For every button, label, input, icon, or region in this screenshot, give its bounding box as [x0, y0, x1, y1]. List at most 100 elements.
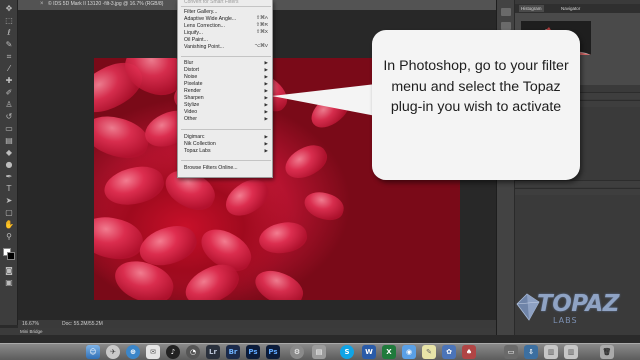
system-preferences-icon[interactable]: ⚙ [290, 345, 304, 359]
submenu-arrow-icon: ▶ [264, 141, 268, 146]
photoshop-icon[interactable]: Ps [246, 345, 260, 359]
menu-item-vanishing-point[interactable]: Vanishing Point... [184, 44, 224, 51]
move-tool-icon[interactable]: ✥ [3, 4, 15, 13]
gradient-tool-icon[interactable]: ▤ [3, 136, 15, 145]
crop-tool-icon[interactable]: ⌗ [3, 52, 15, 61]
skype-icon[interactable]: S [340, 345, 354, 359]
shape-tool-icon[interactable]: ▢ [3, 208, 15, 217]
menu-item-video[interactable]: Video [184, 109, 197, 116]
quick-select-tool-icon[interactable]: ✎ [3, 40, 15, 49]
document-stack-icon-2[interactable]: ▥ [564, 345, 578, 359]
submenu-arrow-icon: ▶ [264, 88, 268, 93]
bridge-icon[interactable]: Br [226, 345, 240, 359]
marquee-tool-icon[interactable]: ⬚ [3, 16, 15, 25]
submenu-arrow-icon: ▶ [264, 148, 268, 153]
lasso-tool-icon[interactable]: ℓ [3, 28, 15, 37]
menu-item-digimarc[interactable]: Digimarc [184, 134, 204, 141]
shortcut-adaptive-wide-angle: ⇧⌘A [255, 16, 268, 21]
submenu-arrow-icon: ▶ [264, 74, 268, 79]
type-tool-icon[interactable]: T [3, 184, 15, 193]
path-select-tool-icon[interactable]: ➤ [3, 196, 15, 205]
submenu-arrow-icon: ▶ [264, 67, 268, 72]
callout-text: In Photoshop, go to your filter menu and… [383, 58, 569, 115]
menu-separator [181, 56, 271, 57]
menu-item-lens-correction[interactable]: Lens Correction... [184, 23, 225, 30]
screen-mode-icon[interactable]: ▣ [3, 278, 15, 287]
menu-item-filter-gallery[interactable]: Filter Gallery... [184, 9, 217, 16]
close-document-icon[interactable]: × [40, 1, 44, 8]
zoom-tool-icon[interactable]: ⚲ [3, 232, 15, 241]
mini-bridge-tab[interactable]: Mini Bridge [20, 328, 43, 335]
topaz-logo: TOPAZ LABS [515, 288, 631, 332]
excel-icon[interactable]: X [382, 345, 396, 359]
menu-separator [181, 160, 271, 161]
document-stack-icon[interactable]: ▥ [544, 345, 558, 359]
trash-icon[interactable]: 🗑 [600, 345, 614, 359]
eyedropper-tool-icon[interactable]: ⁄ [3, 64, 15, 73]
shortcut-lens-correction: ⇧⌘R [255, 23, 268, 28]
background-color-swatch[interactable] [7, 252, 15, 260]
word-icon[interactable]: W [362, 345, 376, 359]
tab-histogram[interactable]: Histogram [519, 5, 544, 12]
history-panel-icon[interactable] [501, 8, 511, 16]
clone-tool-icon[interactable]: ♙ [3, 100, 15, 109]
actions-panel-icon[interactable] [501, 22, 511, 30]
menu-item-oil-paint[interactable]: Oil Paint... [184, 37, 208, 44]
menu-item-blur[interactable]: Blur [184, 60, 193, 67]
zoom-level[interactable]: 16.67% [22, 320, 39, 328]
submenu-arrow-icon: ▶ [264, 81, 268, 86]
game-icon[interactable]: ♠ [462, 345, 476, 359]
finder-icon[interactable]: ☺ [86, 345, 100, 359]
shortcut-vanishing-point: ⌥⌘V [254, 44, 268, 49]
menu-item-render[interactable]: Render [184, 88, 201, 95]
photos-icon[interactable]: ✿ [442, 345, 456, 359]
status-bar: 16.67% Doc: 55.2M/55.2M [18, 320, 496, 328]
menu-item-pixelate[interactable]: Pixelate [184, 81, 202, 88]
doc-size: Doc: 55.2M/55.2M [62, 321, 103, 327]
lightroom-icon[interactable]: Lr [206, 345, 220, 359]
utility-icon[interactable]: ▤ [312, 345, 326, 359]
pen-tool-icon[interactable]: ✒ [3, 172, 15, 181]
topaz-sub-wordmark: LABS [553, 316, 578, 325]
history-brush-tool-icon[interactable]: ↺ [3, 112, 15, 121]
menu-item-other[interactable]: Other [184, 116, 197, 123]
blur-tool-icon[interactable]: ◆ [3, 148, 15, 157]
menu-item-browse-filters-online[interactable]: Browse Filters Online... [184, 165, 238, 172]
menu-item-noise[interactable]: Noise [184, 74, 197, 81]
brush-tool-icon[interactable]: ✐ [3, 88, 15, 97]
menu-item-liquify[interactable]: Liquify... [184, 30, 203, 37]
tools-panel: ✥ ⬚ ℓ ✎ ⌗ ⁄ ✚ ✐ ♙ ↺ ▭ ▤ ◆ ● ✒ T ➤ ▢ ✋ ⚲ … [0, 0, 18, 325]
menu-separator [181, 6, 271, 7]
dodge-tool-icon[interactable]: ● [3, 160, 15, 169]
menu-item-convert-smart-filters[interactable]: Convert for Smart Filters [184, 0, 238, 5]
eraser-tool-icon[interactable]: ▭ [3, 124, 15, 133]
hand-tool-icon[interactable]: ✋ [3, 220, 15, 229]
tab-navigator[interactable]: Navigator [561, 5, 580, 12]
app-icon[interactable]: ◉ [402, 345, 416, 359]
menu-item-distort[interactable]: Distort [184, 67, 199, 74]
menu-item-topaz-labs[interactable]: Topaz Labs [184, 148, 211, 155]
filter-menu[interactable]: Convert for Smart Filters Filter Gallery… [177, 0, 273, 178]
quick-mask-icon[interactable]: ◙ [3, 266, 15, 275]
mail-icon[interactable]: ✉ [146, 345, 160, 359]
menu-separator [181, 129, 271, 130]
menu-item-nik-collection[interactable]: Nik Collection [184, 141, 216, 148]
launchpad-icon[interactable]: ✈ [106, 345, 120, 359]
panel-row [515, 188, 640, 195]
downloads-icon[interactable]: ⇩ [524, 345, 538, 359]
safari-icon[interactable]: ⊕ [126, 345, 140, 359]
mini-bridge-bar: Mini Bridge [0, 328, 496, 335]
document-title: © IDS 5D Mark II 13120 -filt-3.jpg @ 16.… [48, 1, 164, 7]
itunes-icon[interactable]: ♪ [166, 345, 180, 359]
panel-row [515, 180, 640, 187]
submenu-arrow-icon: ▶ [264, 116, 268, 121]
folder-icon[interactable]: ▭ [504, 345, 518, 359]
menu-item-stylize[interactable]: Stylize [184, 102, 199, 109]
menu-item-adaptive-wide-angle[interactable]: Adaptive Wide Angle... [184, 16, 236, 23]
callout-pointer [272, 84, 376, 116]
healing-tool-icon[interactable]: ✚ [3, 76, 15, 85]
notes-icon[interactable]: ✎ [422, 345, 436, 359]
photoshop-icon-2[interactable]: Ps [266, 345, 280, 359]
time-machine-icon[interactable]: ◔ [186, 345, 200, 359]
menu-item-sharpen[interactable]: Sharpen [184, 95, 204, 102]
